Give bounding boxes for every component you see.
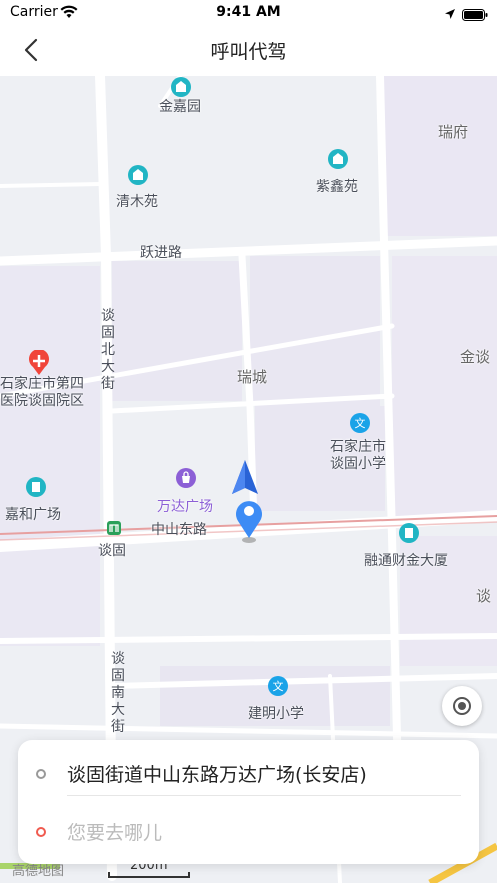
road-yuejin: 跃进路 [140, 245, 182, 261]
locate-me-button[interactable] [442, 686, 482, 726]
road-tangu-north: 谈固北大街 [101, 308, 115, 392]
destination-dot-icon [36, 827, 46, 837]
destination-placeholder: 您要去哪儿 [67, 822, 163, 844]
area-ruicheng: 瑞城 [237, 368, 268, 386]
poi-wanda[interactable]: 万达广场 [157, 496, 213, 516]
poi-school-line2: 谈固小学 [330, 456, 386, 472]
divider [67, 795, 461, 796]
origin-field[interactable]: 谈固街道中山东路万达广场(长安店) [18, 744, 479, 800]
status-bar: Carrier 9:41 AM [0, 0, 497, 24]
road-zhongshan-east: 中山东路 [151, 522, 207, 538]
poi-hospital-line2: 医院谈固院区 [0, 393, 84, 409]
area-ruifu: 瑞府 [438, 123, 469, 141]
navigation-bar: 呼叫代驾 [0, 24, 497, 76]
page-title: 呼叫代驾 [210, 41, 287, 63]
area-tan: 谈 [476, 587, 492, 605]
scale-bar [108, 872, 190, 878]
battery-icon [462, 6, 488, 25]
poi-school-tangu[interactable]: 石家庄市 谈固小学 [330, 439, 386, 473]
poi-jianming[interactable]: 建明小学 [248, 703, 304, 723]
poi-jinjiayuan[interactable]: 金嘉园 [159, 96, 201, 116]
origin-dot-icon [36, 769, 46, 779]
poi-hospital[interactable]: 石家庄市第四 医院谈固院区 [0, 376, 84, 410]
poi-zixinyuan[interactable]: 紫鑫苑 [316, 176, 358, 196]
poi-qingmuyuan[interactable]: 清木苑 [116, 191, 158, 211]
location-arrow-icon [444, 5, 456, 24]
origin-text: 谈固街道中山东路万达广场(长安店) [67, 764, 367, 786]
area-jintan: 金谈 [460, 348, 491, 366]
poi-jiahe[interactable]: 嘉和广场 [5, 504, 61, 524]
trip-panel: 谈固街道中山东路万达广场(长安店) 您要去哪儿 [18, 740, 479, 864]
poi-rongtong[interactable]: 融通财金大厦 [364, 550, 448, 570]
svg-text:文: 文 [355, 416, 366, 430]
road-tangu-south: 谈固南大街 [111, 651, 125, 735]
poi-hospital-line1: 石家庄市第四 [0, 376, 84, 392]
destination-field[interactable]: 您要去哪儿 [18, 802, 479, 858]
svg-text:文: 文 [273, 679, 284, 693]
clock-time: 9:41 AM [216, 4, 281, 20]
poi-tangu-station[interactable]: 谈固 [98, 540, 126, 560]
poi-school-line1: 石家庄市 [330, 439, 386, 455]
